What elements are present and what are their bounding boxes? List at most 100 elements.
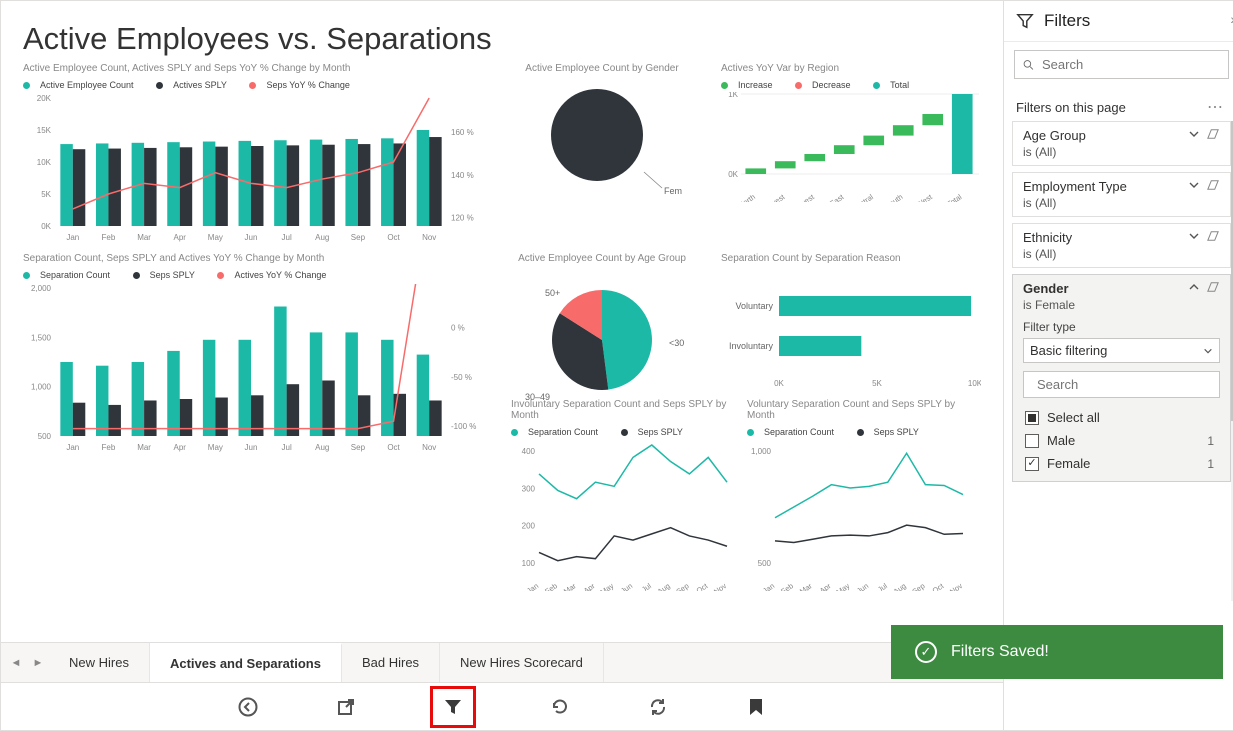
check-icon: ✓ — [915, 641, 937, 663]
chart-seps-by-month[interactable]: Separation Count, Seps SPLY and Actives … — [23, 253, 483, 463]
chevron-icon[interactable] — [1188, 179, 1200, 194]
filters-panel: › Filters Filters on this page ⋯ Age Gro… — [1003, 1, 1233, 730]
filter-option-female[interactable]: Female 1 — [1023, 452, 1220, 475]
legend: Separation Count Seps SPLY Actives YoY %… — [23, 270, 483, 280]
svg-text:100: 100 — [522, 559, 536, 568]
checkbox[interactable] — [1025, 434, 1039, 448]
svg-text:Feb: Feb — [102, 443, 116, 452]
svg-text:Female: Female — [664, 186, 682, 196]
svg-text:0K: 0K — [728, 170, 738, 179]
checkbox[interactable] — [1025, 457, 1039, 471]
svg-text:Feb: Feb — [543, 581, 559, 591]
eraser-icon[interactable] — [1206, 179, 1220, 194]
svg-text:<30: <30 — [669, 338, 684, 348]
filter-card-employment-type[interactable]: Employment Type is (All) — [1012, 172, 1231, 217]
svg-text:Apr: Apr — [174, 443, 187, 452]
svg-text:140 %: 140 % — [451, 171, 474, 180]
filter-type-select[interactable]: Basic filtering — [1023, 338, 1220, 363]
undo-button[interactable] — [546, 693, 574, 721]
filter-option-male[interactable]: Male 1 — [1023, 429, 1220, 452]
svg-text:120 %: 120 % — [451, 213, 474, 222]
svg-text:Aug: Aug — [315, 233, 329, 242]
svg-text:Nov: Nov — [422, 443, 436, 452]
svg-text:1K: 1K — [728, 92, 738, 99]
filter-card-age-group[interactable]: Age Group is (All) — [1012, 121, 1231, 166]
svg-text:Central: Central — [850, 192, 875, 202]
pie-slice-female — [551, 89, 643, 181]
eraser-icon[interactable] — [1206, 230, 1220, 245]
tab-prev[interactable]: ◄ — [5, 657, 27, 669]
chart-actives-by-gender[interactable]: Active Employee Count by Gender Female — [497, 63, 707, 243]
tab-new-hires[interactable]: New Hires — [49, 643, 150, 682]
legend: Active Employee Count Actives SPLY Seps … — [23, 80, 483, 90]
tab-next[interactable]: ► — [27, 657, 49, 669]
svg-text:Oct: Oct — [387, 233, 400, 242]
svg-text:Jul: Jul — [640, 581, 653, 591]
svg-text:Jan: Jan — [525, 581, 540, 591]
chevron-icon[interactable] — [1188, 128, 1200, 143]
svg-text:200: 200 — [522, 522, 536, 531]
filter-card-gender[interactable]: Gender is Female Filter type Basic filte… — [1012, 274, 1231, 482]
filter-option-select-all[interactable]: Select all — [1023, 406, 1220, 429]
tab-actives-separations[interactable]: Actives and Separations — [150, 643, 342, 682]
page-tabs: ◄ ► New Hires Actives and Separations Ba… — [1, 642, 1003, 682]
svg-text:Total: Total — [945, 192, 963, 202]
chart-invol-sep[interactable]: Involuntary Separation Count and Seps SP… — [511, 399, 731, 596]
svg-text:South: South — [883, 192, 904, 202]
tab-bad-hires[interactable]: Bad Hires — [342, 643, 440, 682]
svg-text:1,500: 1,500 — [31, 333, 52, 342]
svg-text:West: West — [915, 192, 935, 202]
svg-text:Jul: Jul — [282, 233, 292, 242]
eraser-icon[interactable] — [1206, 128, 1220, 143]
svg-text:Involuntary: Involuntary — [729, 341, 774, 351]
chart-actives-by-month[interactable]: Active Employee Count, Actives SPLY and … — [23, 63, 483, 243]
svg-text:May: May — [208, 443, 223, 452]
page-title: Active Employees vs. Separations — [23, 21, 981, 57]
svg-text:North: North — [737, 192, 757, 202]
filter-card-ethnicity[interactable]: Ethnicity is (All) — [1012, 223, 1231, 268]
toast-filters-saved: ✓ Filters Saved! — [891, 625, 1223, 679]
svg-text:Sep: Sep — [351, 233, 366, 242]
svg-text:Aug: Aug — [656, 581, 672, 591]
report-canvas: Active Employees vs. Separations Active … — [1, 1, 1003, 642]
tab-new-hires-scorecard[interactable]: New Hires Scorecard — [440, 643, 604, 682]
refresh-button[interactable] — [644, 693, 672, 721]
report-toolbar — [1, 682, 1003, 730]
svg-text:50+: 50+ — [545, 288, 560, 298]
chevron-icon[interactable] — [1188, 230, 1200, 245]
svg-text:Jan: Jan — [761, 581, 776, 591]
filters-search-input[interactable] — [1040, 56, 1220, 73]
filter-button[interactable] — [439, 693, 467, 721]
svg-text:Mar: Mar — [562, 581, 578, 591]
svg-text:Jul: Jul — [282, 443, 292, 452]
svg-text:Sep: Sep — [910, 581, 926, 591]
svg-text:Sep: Sep — [351, 443, 366, 452]
svg-text:Nov: Nov — [712, 581, 728, 591]
svg-text:Oct: Oct — [387, 443, 400, 452]
svg-text:10K: 10K — [37, 158, 52, 167]
svg-text:Jun: Jun — [619, 581, 634, 591]
svg-text:Jan: Jan — [66, 233, 79, 242]
checkbox[interactable] — [1025, 411, 1039, 425]
svg-text:20K: 20K — [37, 94, 52, 103]
svg-text:Aug: Aug — [315, 443, 329, 452]
svg-text:Jul: Jul — [876, 581, 889, 591]
svg-text:400: 400 — [522, 447, 536, 456]
chart-vol-sep[interactable]: Voluntary Separation Count and Seps SPLY… — [747, 399, 967, 596]
legend: Increase Decrease Total — [721, 80, 981, 90]
more-icon[interactable]: ⋯ — [1207, 97, 1227, 117]
svg-text:5K: 5K — [872, 379, 882, 388]
svg-text:Sep: Sep — [674, 581, 690, 591]
share-button[interactable] — [332, 693, 360, 721]
search-icon — [1023, 58, 1034, 72]
eraser-icon[interactable] — [1206, 281, 1220, 296]
chart-actives-yoy-region[interactable]: Actives YoY Var by Region Increase Decre… — [721, 63, 981, 243]
back-button[interactable] — [234, 693, 262, 721]
filter-button-highlight — [430, 686, 476, 728]
svg-text:0 %: 0 % — [451, 323, 465, 332]
filters-search[interactable] — [1014, 50, 1229, 79]
chevron-icon[interactable] — [1188, 281, 1200, 296]
bookmark-button[interactable] — [742, 693, 770, 721]
filter-values-search[interactable] — [1023, 371, 1220, 398]
svg-text:Apr: Apr — [818, 581, 833, 591]
